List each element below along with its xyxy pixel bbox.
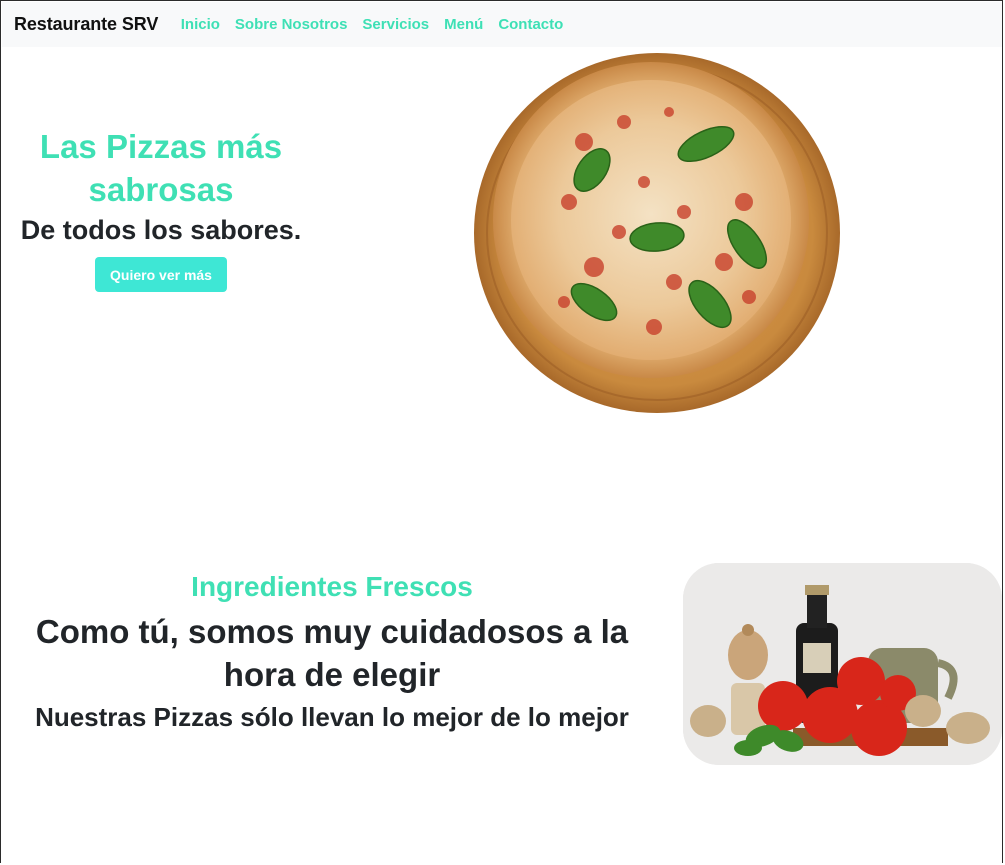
nav-link-inicio[interactable]: Inicio [173,16,227,33]
nav-links: Inicio Sobre Nosotros Servicios Menú Con… [173,16,571,33]
ingredients-subtitle: Nuestras Pizzas sólo llevan lo mejor de … [35,702,629,732]
ingredients-image [683,563,1002,765]
ingredients-kicker: Ingredientes Frescos [191,571,473,602]
hero-title: Las Pizzas más sabrosas [39,128,283,208]
hero-subtitle: De todos los sabores. [20,215,302,245]
brand-logo[interactable]: Restaurante SRV [14,14,158,35]
nav-link-sobre-nosotros[interactable]: Sobre Nosotros [227,16,355,33]
nav-link-servicios[interactable]: Servicios [355,16,437,33]
ingredients-title: Como tú, somos muy cuidadosos a la hora … [35,613,629,693]
ingredients-section: Ingredientes Frescos Como tú, somos muy … [0,568,664,734]
nav-link-menu[interactable]: Menú [437,16,491,33]
nav-link-contacto[interactable]: Contacto [491,16,571,33]
navbar: Restaurante SRV Inicio Sobre Nosotros Se… [2,2,1002,47]
see-more-button[interactable]: Quiero ver más [95,257,227,292]
hero-section: Las Pizzas más sabrosas De todos los sab… [0,125,322,292]
pizza-image [474,53,840,413]
